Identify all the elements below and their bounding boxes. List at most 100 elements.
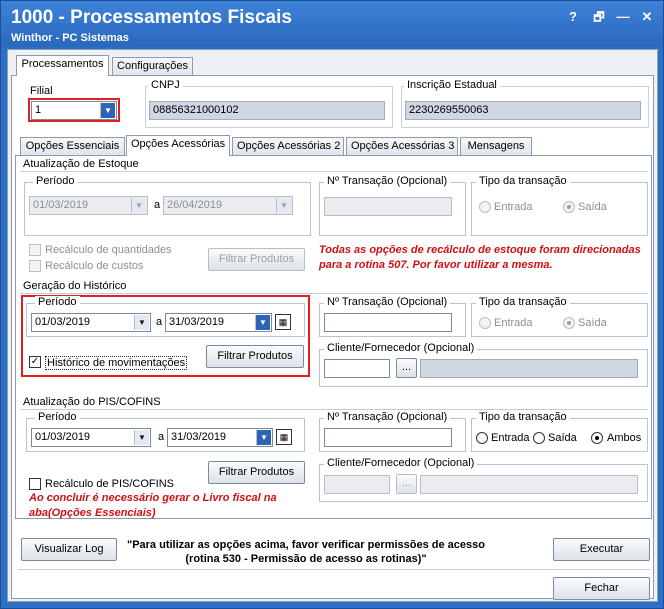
estoque-date-from-value: 01/03/2019 xyxy=(33,199,89,211)
pis-date-from-value: 01/03/2019 xyxy=(35,431,91,443)
window-subtitle: Winthor - PC Sistemas xyxy=(11,32,129,44)
pis-ambos-label[interactable]: Ambos xyxy=(607,432,641,444)
estoque-saida-label: Saída xyxy=(578,201,607,213)
pis-transacao-field[interactable] xyxy=(324,428,452,447)
pis-cliente-search-button: ... xyxy=(396,474,417,494)
pis-a-label: a xyxy=(158,431,165,443)
minimize-icon[interactable]: — xyxy=(613,7,633,27)
restore-icon[interactable]: 🗗 xyxy=(589,7,609,27)
pis-date-from[interactable]: 01/03/2019 ▼ xyxy=(31,428,151,447)
pis-entrada-label[interactable]: Entrada xyxy=(491,432,530,444)
pis-entrada-radio[interactable] xyxy=(476,432,488,444)
pis-ambos-radio[interactable] xyxy=(591,432,603,444)
help-icon[interactable]: ? xyxy=(563,7,583,27)
estoque-date-to: 26/04/2019 ▼ xyxy=(163,196,293,215)
tab-opcoes-essenciais[interactable]: Opções Essenciais xyxy=(20,137,125,156)
fechar-button[interactable]: Fechar xyxy=(553,577,650,600)
window-title: 1000 - Processamentos Fiscais xyxy=(11,7,292,28)
pis-date-to-value: 31/03/2019 xyxy=(171,431,227,443)
historico-cliente-search-button[interactable]: ... xyxy=(396,358,417,378)
pis-cliente-label: Cliente/Fornecedor (Opcional) xyxy=(324,457,478,469)
filial-select[interactable]: 1 ▼ xyxy=(31,101,117,120)
calendar-icon[interactable]: ▦ xyxy=(276,429,292,445)
executar-button[interactable]: Executar xyxy=(553,538,650,561)
filial-value: 1 xyxy=(35,104,42,116)
pis-separator xyxy=(20,409,648,410)
recalc-qtd-label: Recálculo de quantidades xyxy=(45,244,172,256)
pis-transacao-label: Nº Transação (Opcional) xyxy=(324,411,451,423)
historico-saida-radio xyxy=(563,317,575,329)
processamentos-panel: Filial 1 ▼ CNPJ 08856321000102 Inscrição… xyxy=(11,75,654,600)
estoque-entrada-label: Entrada xyxy=(494,201,533,213)
acessorias-panel: Atualização de Estoque Período 01/03/201… xyxy=(15,155,652,519)
recalc-pis-checkbox[interactable] xyxy=(29,478,41,490)
estoque-warning: Todas as opções de recálculo de estoque … xyxy=(319,244,641,271)
cnpj-label: CNPJ xyxy=(148,79,183,91)
historico-date-to[interactable]: 31/03/2019 ▼ xyxy=(165,313,272,332)
historico-mov-label[interactable]: Histórico de movimentações xyxy=(45,356,188,370)
pis-section-title: Atualização do PIS/COFINS xyxy=(23,396,161,408)
historico-tipo-label: Tipo da transação xyxy=(476,296,570,308)
pis-saida-radio[interactable] xyxy=(533,432,545,444)
historico-a-label: a xyxy=(156,316,163,328)
historico-filtrar-button[interactable]: Filtrar Produtos xyxy=(206,345,304,368)
historico-cliente-code[interactable] xyxy=(324,359,390,378)
estoque-transacao-label: Nº Transação (Opcional) xyxy=(324,175,451,187)
estoque-separator xyxy=(20,171,648,172)
estoque-date-from: 01/03/2019 ▼ xyxy=(29,196,148,215)
recalc-custos-checkbox xyxy=(29,260,41,272)
historico-date-from[interactable]: 01/03/2019 ▼ xyxy=(31,313,151,332)
client-area: Processamentos Configurações Filial 1 ▼ … xyxy=(7,49,658,602)
historico-section-title: Geração do Histórico xyxy=(23,280,127,292)
tab-mensagens[interactable]: Mensagens xyxy=(460,137,532,156)
pis-date-to[interactable]: 31/03/2019 ▼ xyxy=(167,428,273,447)
tab-opcoes-acessorias-3[interactable]: Opções Acessórias 3 xyxy=(346,137,458,156)
ie-field: 2230269550063 xyxy=(405,101,641,120)
chevron-down-icon: ▼ xyxy=(276,198,291,213)
chevron-down-icon[interactable]: ▼ xyxy=(134,315,149,330)
estoque-saida-radio xyxy=(563,201,575,213)
pis-saida-label[interactable]: Saída xyxy=(548,432,577,444)
pis-periodo-label: Período xyxy=(35,411,80,423)
estoque-tipo-label: Tipo da transação xyxy=(476,175,570,187)
historico-entrada-radio xyxy=(479,317,491,329)
tab-opcoes-acessorias[interactable]: Opções Acessórias xyxy=(126,135,230,156)
historico-separator xyxy=(20,293,648,294)
footer-separator xyxy=(18,569,650,570)
pis-cliente-code xyxy=(324,475,390,494)
estoque-transacao-field xyxy=(324,197,452,216)
pis-filtrar-button[interactable]: Filtrar Produtos xyxy=(208,461,305,484)
estoque-periodo-label: Período xyxy=(33,175,78,187)
historico-saida-label: Saída xyxy=(578,317,607,329)
tab-opcoes-acessorias-2[interactable]: Opções Acessórias 2 xyxy=(232,137,344,156)
visualizar-log-button[interactable]: Visualizar Log xyxy=(21,538,117,561)
pis-cliente-name xyxy=(420,475,638,494)
historico-date-to-value: 31/03/2019 xyxy=(169,316,225,328)
chevron-down-icon[interactable]: ▼ xyxy=(100,103,115,118)
footer-message: "Para utilizar as opções acima, favor ve… xyxy=(126,539,485,565)
estoque-date-to-value: 26/04/2019 xyxy=(167,199,223,211)
historico-date-from-value: 01/03/2019 xyxy=(35,316,91,328)
chevron-down-icon[interactable]: ▼ xyxy=(256,430,271,445)
chevron-down-icon[interactable]: ▼ xyxy=(134,430,149,445)
close-icon[interactable]: ✕ xyxy=(637,7,657,27)
historico-transacao-field[interactable] xyxy=(324,313,452,332)
historico-periodo-label: Período xyxy=(35,296,80,308)
chevron-down-icon: ▼ xyxy=(131,198,146,213)
calendar-icon[interactable]: ▦ xyxy=(275,314,291,330)
chevron-down-icon[interactable]: ▼ xyxy=(255,315,270,330)
application-window: 1000 - Processamentos Fiscais Winthor - … xyxy=(0,0,664,609)
recalc-pis-label[interactable]: Recálculo de PIS/COFINS xyxy=(45,478,174,490)
estoque-entrada-radio xyxy=(479,201,491,213)
historico-mov-checkbox[interactable]: ✓ xyxy=(29,356,41,368)
tab-processamentos[interactable]: Processamentos xyxy=(16,55,109,76)
filial-label: Filial xyxy=(30,85,53,97)
ie-label: Inscrição Estadual xyxy=(404,79,500,91)
historico-cliente-name xyxy=(420,359,638,378)
recalc-custos-label: Recálculo de custos xyxy=(45,260,144,272)
estoque-section-title: Atualização de Estoque xyxy=(23,158,139,170)
pis-tipo-label: Tipo da transação xyxy=(476,411,570,423)
title-bar: 1000 - Processamentos Fiscais Winthor - … xyxy=(1,1,663,47)
tab-configuracoes[interactable]: Configurações xyxy=(112,57,193,76)
pis-warning: Ao concluir é necessário gerar o Livro f… xyxy=(29,492,277,519)
